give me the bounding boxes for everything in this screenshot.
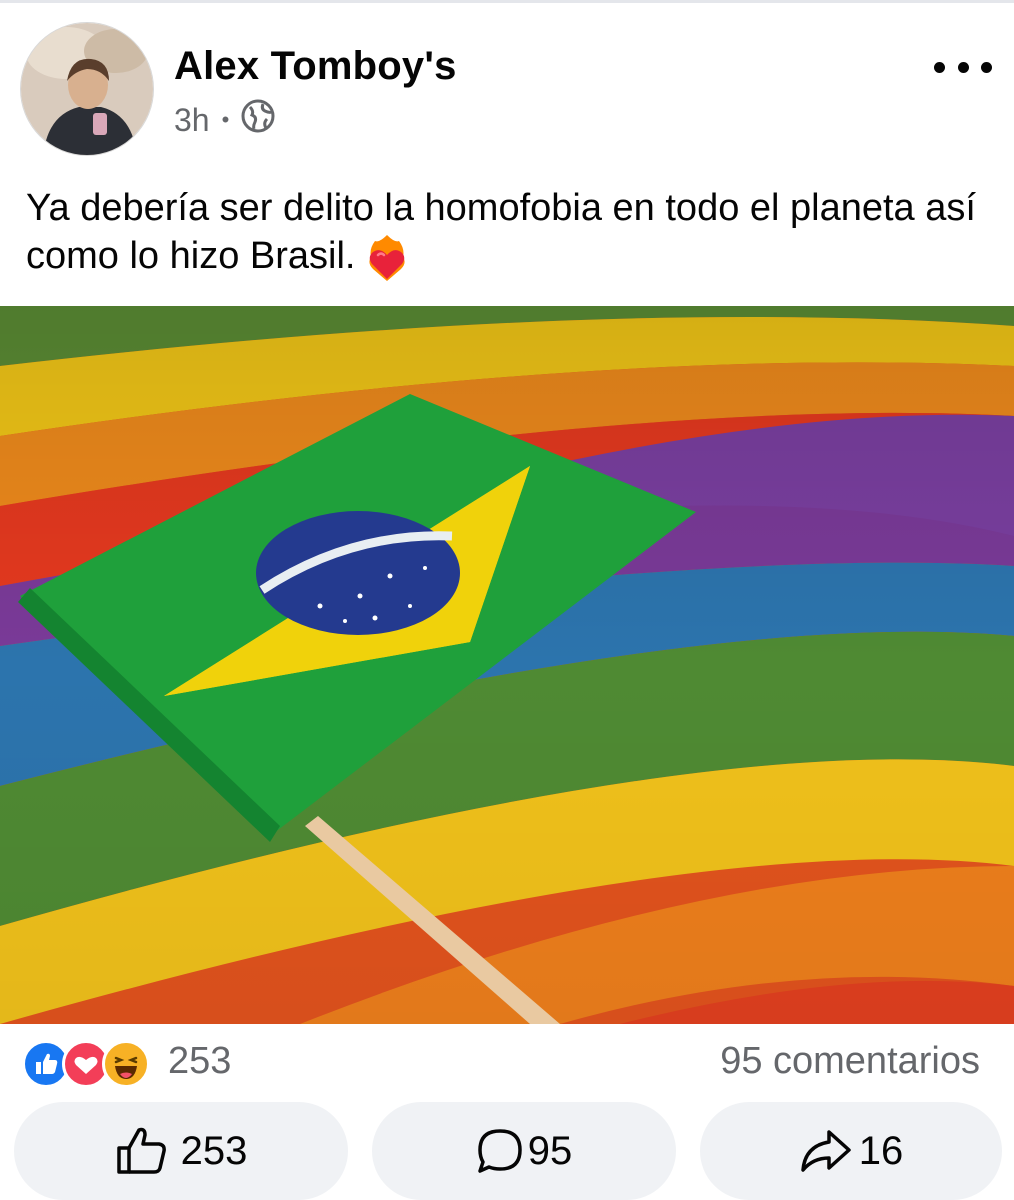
more-dot bbox=[934, 61, 945, 73]
haha-reaction-icon bbox=[102, 1040, 150, 1088]
reaction-icons bbox=[22, 1038, 162, 1088]
more-dot bbox=[981, 61, 992, 73]
post-image[interactable] bbox=[0, 306, 1014, 1024]
post-time[interactable]: 3h bbox=[174, 102, 210, 139]
like-button[interactable]: 253 bbox=[14, 1102, 348, 1200]
more-options-icon[interactable] bbox=[934, 54, 992, 80]
comments-count[interactable]: 95 comentarios bbox=[720, 1038, 980, 1084]
globe-icon bbox=[241, 99, 275, 141]
reaction-count: 253 bbox=[168, 1039, 232, 1082]
post-text-content: Ya debería ser delito la homofobia en to… bbox=[26, 187, 976, 277]
reactions-summary[interactable]: 253 bbox=[22, 1038, 232, 1088]
comment-bubble-icon bbox=[476, 1127, 524, 1175]
share-count: 16 bbox=[858, 1128, 904, 1173]
more-dot bbox=[957, 61, 969, 73]
author-avatar[interactable] bbox=[20, 22, 154, 156]
comment-button[interactable]: 95 bbox=[372, 1102, 676, 1200]
post-meta: 3h • bbox=[174, 99, 275, 141]
share-button[interactable]: 16 bbox=[700, 1102, 1002, 1200]
comment-count: 95 bbox=[527, 1128, 573, 1173]
separator-dot: • bbox=[221, 107, 230, 132]
thumbs-up-icon bbox=[115, 1126, 169, 1176]
post-actions: 253 95 16 bbox=[14, 1102, 1004, 1200]
share-arrow-icon bbox=[799, 1128, 853, 1174]
like-count: 253 bbox=[180, 1128, 248, 1173]
heart-on-fire-emoji bbox=[365, 233, 409, 283]
top-divider bbox=[0, 0, 1014, 3]
post-text: Ya debería ser delito la homofobia en to… bbox=[26, 184, 986, 283]
author-name[interactable]: Alex Tomboy's bbox=[174, 44, 457, 89]
